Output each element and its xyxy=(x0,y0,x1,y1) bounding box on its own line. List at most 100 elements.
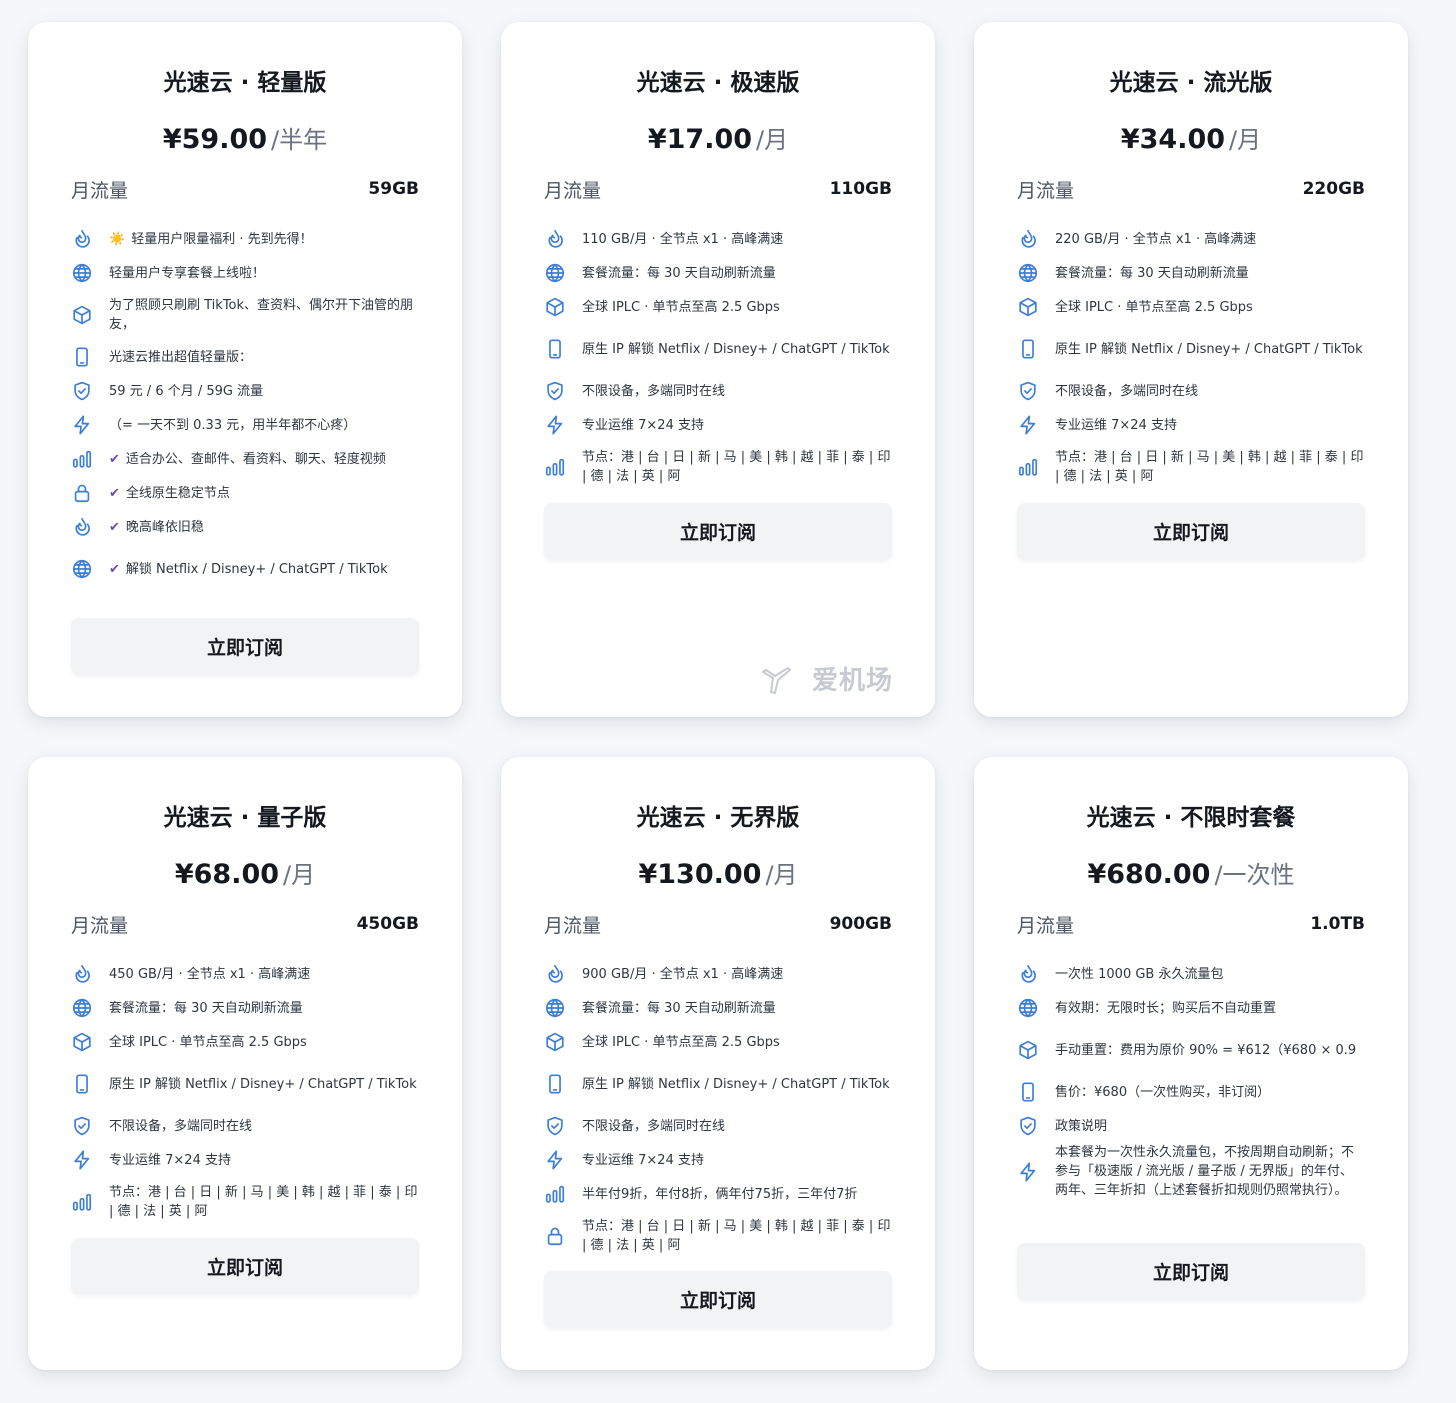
lock-icon xyxy=(544,1225,566,1247)
traffic-label: 月流量 xyxy=(544,914,602,937)
feature-text: 原生 IP 解锁 Netflix / Disney+ / ChatGPT / T… xyxy=(582,1075,892,1094)
globe-icon xyxy=(71,558,93,580)
feature-label: 节点：港 | 台 | 日 | 新 | 马 | 美 | 韩 | 越 | 菲 | 泰… xyxy=(1055,450,1364,484)
feature-label: 220 GB/月 · 全节点 x1 · 高峰满速 xyxy=(1055,231,1257,247)
feature-item: 全球 IPLC · 单节点至高 2.5 Gbps xyxy=(544,1025,892,1059)
feature-text: 全球 IPLC · 单节点至高 2.5 Gbps xyxy=(582,1033,892,1052)
feature-item: 套餐流量：每 30 天自动刷新流量 xyxy=(1017,256,1365,290)
plan-price: ¥130.00 xyxy=(638,859,762,890)
feature-item: 光速云推出超值轻量版： xyxy=(71,340,419,374)
feature-item: 专业运维 7×24 支持 xyxy=(544,408,892,442)
traffic-value: 1.0TB xyxy=(1310,914,1365,934)
feature-item: 原生 IP 解锁 Netflix / Disney+ / ChatGPT / T… xyxy=(71,1059,419,1109)
feature-item: ✔ 全线原生稳定节点 xyxy=(71,476,419,510)
feature-text: 节点：港 | 台 | 日 | 新 | 马 | 美 | 韩 | 越 | 菲 | 泰… xyxy=(582,1217,892,1255)
feature-text: 手动重置：费用为原价 90% = ¥612（¥680 × 0.9 xyxy=(1055,1041,1365,1060)
feature-text: ✔ 晚高峰依旧稳 xyxy=(109,518,419,537)
feature-text: 套餐流量：每 30 天自动刷新流量 xyxy=(109,999,419,1018)
plan-title: 光速云 · 极速版 xyxy=(636,70,800,96)
subscribe-button[interactable]: 立即订阅 xyxy=(544,503,892,560)
feature-label: 半年付9折，年付8折，俩年付75折，三年付7折 xyxy=(582,1186,858,1202)
plan-price-unit: /半年 xyxy=(271,126,328,154)
feature-item: 不限设备，多端同时在线 xyxy=(544,1109,892,1143)
flame-icon xyxy=(1017,963,1039,985)
phone-icon xyxy=(544,1073,566,1095)
feature-label: 套餐流量：每 30 天自动刷新流量 xyxy=(109,1000,303,1016)
plan-price-unit: /月 xyxy=(756,126,789,154)
feature-item: 一次性 1000 GB 永久流量包 xyxy=(1017,957,1365,991)
plan-price-unit: /月 xyxy=(1229,126,1262,154)
feature-item: 为了照顾只刷刷 TikTok、查资料、偶尔开下油管的朋友， xyxy=(71,290,419,340)
feature-label: 专业运维 7×24 支持 xyxy=(582,1152,704,1168)
flame-icon xyxy=(544,228,566,250)
feature-text: 一次性 1000 GB 永久流量包 xyxy=(1055,965,1365,984)
feature-text: 不限设备，多端同时在线 xyxy=(109,1117,419,1136)
flame-icon xyxy=(544,963,566,985)
feature-text: 专业运维 7×24 支持 xyxy=(109,1151,419,1170)
feature-text: ✔ 解锁 Netflix / Disney+ / ChatGPT / TikTok xyxy=(109,560,419,579)
feature-item: 110 GB/月 · 全节点 x1 · 高峰满速 xyxy=(544,222,892,256)
traffic-label: 月流量 xyxy=(544,179,602,202)
feature-label: 900 GB/月 · 全节点 x1 · 高峰满速 xyxy=(582,966,784,982)
bars-icon xyxy=(71,448,93,470)
feature-text: 900 GB/月 · 全节点 x1 · 高峰满速 xyxy=(582,965,892,984)
lock-icon xyxy=(71,482,93,504)
feature-item: 全球 IPLC · 单节点至高 2.5 Gbps xyxy=(544,290,892,324)
watermark-text: 爱机场 xyxy=(811,666,893,696)
subscribe-button[interactable]: 立即订阅 xyxy=(1017,1243,1365,1300)
feature-label: 全线原生稳定节点 xyxy=(125,485,230,501)
feature-text: 原生 IP 解锁 Netflix / Disney+ / ChatGPT / T… xyxy=(1055,340,1365,359)
price-row: ¥34.00/月 xyxy=(1017,120,1365,160)
feature-label: 光速云推出超值轻量版： xyxy=(109,349,253,365)
feature-label: 450 GB/月 · 全节点 x1 · 高峰满速 xyxy=(109,966,311,982)
plan-title: 光速云 · 无界版 xyxy=(636,805,800,831)
traffic-row: 月流量 59GB xyxy=(71,172,419,206)
phone-icon xyxy=(1017,338,1039,360)
feature-list: 900 GB/月 · 全节点 x1 · 高峰满速 套餐流量：每 30 天自动刷新… xyxy=(544,957,892,1261)
flame-icon xyxy=(1017,228,1039,250)
subscribe-button[interactable]: 立即订阅 xyxy=(544,1271,892,1328)
feature-text: 220 GB/月 · 全节点 x1 · 高峰满速 xyxy=(1055,230,1365,249)
feature-text: 节点：港 | 台 | 日 | 新 | 马 | 美 | 韩 | 越 | 菲 | 泰… xyxy=(109,1183,419,1221)
feature-label: 轻量用户限量福利 · 先到先得！ xyxy=(131,231,313,247)
cube-icon xyxy=(544,1031,566,1053)
feature-text: 专业运维 7×24 支持 xyxy=(582,1151,892,1170)
feature-text: ☀️ 轻量用户限量福利 · 先到先得！ xyxy=(109,230,419,249)
traffic-label: 月流量 xyxy=(71,179,129,202)
feature-list: 220 GB/月 · 全节点 x1 · 高峰满速 套餐流量：每 30 天自动刷新… xyxy=(1017,222,1365,492)
bolt-icon xyxy=(544,414,566,436)
plan-price: ¥680.00 xyxy=(1087,859,1211,890)
check-icon: ✔ xyxy=(109,519,120,535)
subscribe-button[interactable]: 立即订阅 xyxy=(1017,503,1365,560)
feature-text: 不限设备，多端同时在线 xyxy=(582,1117,892,1136)
feature-text: 有效期：无限时长；购买后不自动重置 xyxy=(1055,999,1365,1018)
subscribe-button[interactable]: 立即订阅 xyxy=(71,1238,419,1295)
feature-item: 原生 IP 解锁 Netflix / Disney+ / ChatGPT / T… xyxy=(1017,324,1365,374)
feature-label: 110 GB/月 · 全节点 x1 · 高峰满速 xyxy=(582,231,784,247)
traffic-value: 110GB xyxy=(829,179,892,199)
feature-list: 110 GB/月 · 全节点 x1 · 高峰满速 套餐流量：每 30 天自动刷新… xyxy=(544,222,892,492)
feature-text: 套餐流量：每 30 天自动刷新流量 xyxy=(1055,264,1365,283)
feature-text: ✔ 全线原生稳定节点 xyxy=(109,484,419,503)
feature-item: 不限设备，多端同时在线 xyxy=(544,374,892,408)
plan-card: 光速云 · 轻量版 ¥59.00/半年 月流量 59GB ☀️ 轻量用户限量福利 … xyxy=(28,22,462,717)
feature-item: 专业运维 7×24 支持 xyxy=(71,1143,419,1177)
plan-price-unit: /一次性 xyxy=(1214,861,1295,889)
feature-item: 原生 IP 解锁 Netflix / Disney+ / ChatGPT / T… xyxy=(544,1059,892,1109)
plan-price: ¥59.00 xyxy=(162,124,268,155)
check-icon: ✔ xyxy=(109,561,120,577)
feature-label: 有效期：无限时长；购买后不自动重置 xyxy=(1055,1000,1277,1016)
feature-list: 一次性 1000 GB 永久流量包 有效期：无限时长；购买后不自动重置 手动重置… xyxy=(1017,957,1365,1200)
feature-list: 450 GB/月 · 全节点 x1 · 高峰满速 套餐流量：每 30 天自动刷新… xyxy=(71,957,419,1227)
feature-item: 450 GB/月 · 全节点 x1 · 高峰满速 xyxy=(71,957,419,991)
price-row: ¥130.00/月 xyxy=(544,855,892,895)
feature-list: ☀️ 轻量用户限量福利 · 先到先得！ 轻量用户专享套餐上线啦！ 为了照顾只刷刷 … xyxy=(71,222,419,594)
shield-icon xyxy=(71,1115,93,1137)
feature-label: 手动重置：费用为原价 90% = ¥612（¥680 × 0.9 xyxy=(1055,1042,1357,1058)
feature-item: ✔ 适合办公、查邮件、看资料、聊天、轻度视频 xyxy=(71,442,419,476)
cube-icon xyxy=(1017,1039,1039,1061)
feature-label: 不限设备，多端同时在线 xyxy=(582,1118,726,1134)
feature-label: 售价：¥680（一次性购买，非订阅） xyxy=(1055,1084,1271,1100)
subscribe-button[interactable]: 立即订阅 xyxy=(71,618,419,675)
cube-icon xyxy=(71,304,93,326)
